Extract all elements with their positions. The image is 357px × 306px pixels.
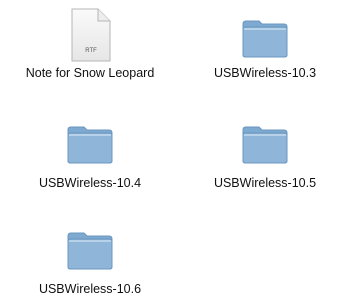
folder-icon [180, 118, 350, 174]
folder-name-label: USBWireless-10.6 [38, 282, 142, 296]
rtf-document-icon: RTF [5, 8, 175, 64]
file-type-badge: RTF [85, 48, 97, 54]
folder-name-label: USBWireless-10.5 [213, 176, 317, 190]
file-name-label: Note for Snow Leopard [25, 66, 155, 80]
folder-name-label: USBWireless-10.4 [38, 176, 142, 190]
folder-icon [5, 118, 175, 174]
folder-icon [5, 224, 175, 280]
folder-name-label: USBWireless-10.3 [213, 66, 317, 80]
folder-icon [180, 8, 350, 64]
